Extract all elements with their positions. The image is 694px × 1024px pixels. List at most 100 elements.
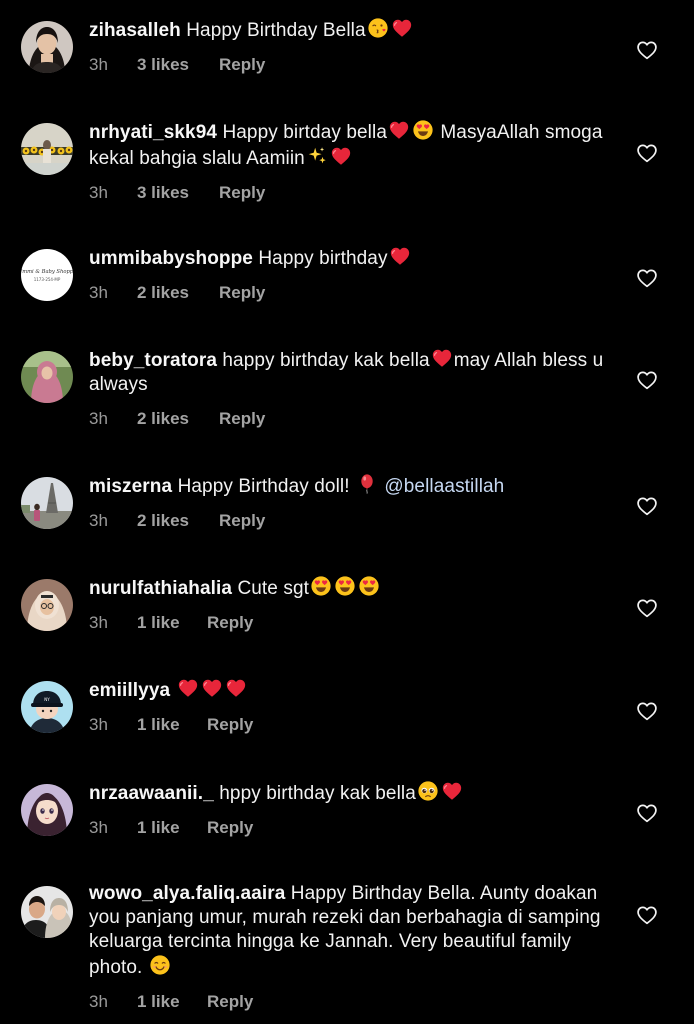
like-heart-icon[interactable] xyxy=(636,268,658,290)
comment-text: nrhyati_skk94 Happy birtday bella MasyaA… xyxy=(89,119,609,171)
user-avatar[interactable] xyxy=(21,477,73,529)
pleading-face-emoji xyxy=(417,780,439,802)
reply-button[interactable]: Reply xyxy=(207,992,253,1012)
red-heart-emoji xyxy=(201,677,223,699)
like-heart-icon[interactable] xyxy=(636,803,658,825)
heart-eyes-emoji xyxy=(358,575,380,597)
comment-text: beby_toratora happy birthday kak bella ma… xyxy=(89,347,609,397)
red-heart-emoji xyxy=(441,780,463,802)
comments-list: zihasalleh Happy Birthday Bella 3h 3 likes… xyxy=(0,0,694,1024)
user-avatar[interactable] xyxy=(21,784,73,836)
sparkles-emoji xyxy=(306,145,328,167)
comment-text: emiillyya xyxy=(89,677,609,703)
comment-timestamp: 3h xyxy=(89,55,108,74)
likes-count[interactable]: 1 like xyxy=(137,613,180,633)
comment-timestamp: 3h xyxy=(89,818,108,837)
comment-body: miszerna Happy Birthday doll! @bellaasti… xyxy=(89,473,609,533)
likes-count[interactable]: 1 like xyxy=(137,818,180,838)
red-heart-emoji xyxy=(225,677,247,699)
heart-eyes-emoji xyxy=(334,575,356,597)
red-heart-emoji xyxy=(177,677,199,699)
comment-timestamp: 3h xyxy=(89,183,108,202)
username-link[interactable]: beby_toratora xyxy=(89,350,217,371)
comment-timestamp: 3h xyxy=(89,715,108,734)
like-heart-icon[interactable] xyxy=(636,598,658,620)
reply-button[interactable]: Reply xyxy=(207,818,253,838)
user-avatar[interactable] xyxy=(21,351,73,403)
mention-link[interactable]: @bellaastillah xyxy=(384,476,504,497)
comment-meta: 3h 3 likes Reply xyxy=(89,183,609,205)
like-heart-icon[interactable] xyxy=(636,496,658,518)
like-heart-icon[interactable] xyxy=(636,370,658,392)
user-avatar[interactable] xyxy=(21,21,73,73)
username-link[interactable]: ummibabyshoppe xyxy=(89,248,253,269)
comment-text-segment: hppy birthday kak bella xyxy=(213,783,416,804)
comment-meta: 3h 2 likes Reply xyxy=(89,283,609,305)
red-heart-emoji xyxy=(391,17,413,39)
username-link[interactable]: emiillyya xyxy=(89,680,170,701)
like-heart-icon[interactable] xyxy=(636,40,658,62)
likes-count[interactable]: 2 likes xyxy=(137,409,189,429)
balloon-emoji xyxy=(356,473,378,495)
comment-body: nurulfathiahalia Cute sgt 3h 1 like Reply xyxy=(89,575,609,635)
comment-meta: 3h 2 likes Reply xyxy=(89,409,609,431)
comment-meta: 3h 3 likes Reply xyxy=(89,55,609,77)
comment-timestamp: 3h xyxy=(89,613,108,632)
comment-text-segment: Happy Birthday Bella xyxy=(180,20,366,41)
likes-count[interactable]: 2 likes xyxy=(137,283,189,303)
likes-count[interactable]: 1 like xyxy=(137,992,180,1012)
comment-text: wowo_alya.faliq.aaira Happy Birthday Bel… xyxy=(89,882,609,980)
username-link[interactable]: zihasalleh xyxy=(89,20,181,41)
reply-button[interactable]: Reply xyxy=(207,715,253,735)
comment-body: emiillyya 3h 1 like Reply xyxy=(89,677,609,737)
comment-timestamp: 3h xyxy=(89,283,108,302)
comment-text: nrzaawaanii._ hppy birthday kak bella xyxy=(89,780,609,806)
comment-text-segment: happy birthday kak bella xyxy=(217,350,430,371)
comment-text-segment: Happy Birthday doll! xyxy=(172,476,355,497)
likes-count[interactable]: 2 likes xyxy=(137,511,189,531)
user-avatar[interactable]: Ummi & Baby Shoppe 1173-254-MP xyxy=(21,249,73,301)
comment-timestamp: 3h xyxy=(89,409,108,428)
comment-timestamp: 3h xyxy=(89,992,108,1011)
likes-count[interactable]: 1 like xyxy=(137,715,180,735)
likes-count[interactable]: 3 likes xyxy=(137,55,189,75)
red-heart-emoji xyxy=(389,245,411,267)
comment-body: wowo_alya.faliq.aaira Happy Birthday Bel… xyxy=(89,882,609,1014)
comment-text: zihasalleh Happy Birthday Bella xyxy=(89,17,609,43)
reply-button[interactable]: Reply xyxy=(219,55,265,75)
comment-text-segment: Happy birthday xyxy=(252,248,388,269)
comment-body: ummibabyshoppe Happy birthday 3h 2 likes Re… xyxy=(89,245,609,305)
user-avatar[interactable] xyxy=(21,886,73,938)
comment-meta: 3h 1 like Reply xyxy=(89,992,609,1014)
red-heart-emoji xyxy=(330,145,352,167)
username-link[interactable]: nrzaawaanii._ xyxy=(89,783,214,804)
comment-text-segment xyxy=(170,680,175,701)
username-link[interactable]: nrhyati_skk94 xyxy=(89,122,217,143)
heart-eyes-emoji xyxy=(310,575,332,597)
reply-button[interactable]: Reply xyxy=(219,183,265,203)
like-heart-icon[interactable] xyxy=(636,143,658,165)
comment-text: nurulfathiahalia Cute sgt xyxy=(89,575,609,601)
comment-meta: 3h 2 likes Reply xyxy=(89,511,609,533)
username-link[interactable]: wowo_alya.faliq.aaira xyxy=(89,883,285,904)
reply-button[interactable]: Reply xyxy=(219,283,265,303)
user-avatar[interactable]: NY xyxy=(21,681,73,733)
like-heart-icon[interactable] xyxy=(636,701,658,723)
user-avatar[interactable] xyxy=(21,579,73,631)
red-heart-emoji xyxy=(388,119,410,141)
heart-eyes-emoji xyxy=(412,119,434,141)
reply-button[interactable]: Reply xyxy=(207,613,253,633)
like-heart-icon[interactable] xyxy=(636,905,658,927)
svg-text:Ummi & Baby Shoppe: Ummi & Baby Shoppe xyxy=(21,269,73,275)
comment-text-segment: Happy birtday bella xyxy=(217,122,387,143)
likes-count[interactable]: 3 likes xyxy=(137,183,189,203)
reply-button[interactable]: Reply xyxy=(219,511,265,531)
username-link[interactable]: miszerna xyxy=(89,476,172,497)
comment-body: nrzaawaanii._ hppy birthday kak bella 3h 1… xyxy=(89,780,609,840)
username-link[interactable]: nurulfathiahalia xyxy=(89,578,232,599)
user-avatar[interactable] xyxy=(21,123,73,175)
comment-meta: 3h 1 like Reply xyxy=(89,818,609,840)
smiling-face-emoji xyxy=(149,954,171,976)
reply-button[interactable]: Reply xyxy=(219,409,265,429)
comment-text: miszerna Happy Birthday doll! @bellaasti… xyxy=(89,473,609,499)
